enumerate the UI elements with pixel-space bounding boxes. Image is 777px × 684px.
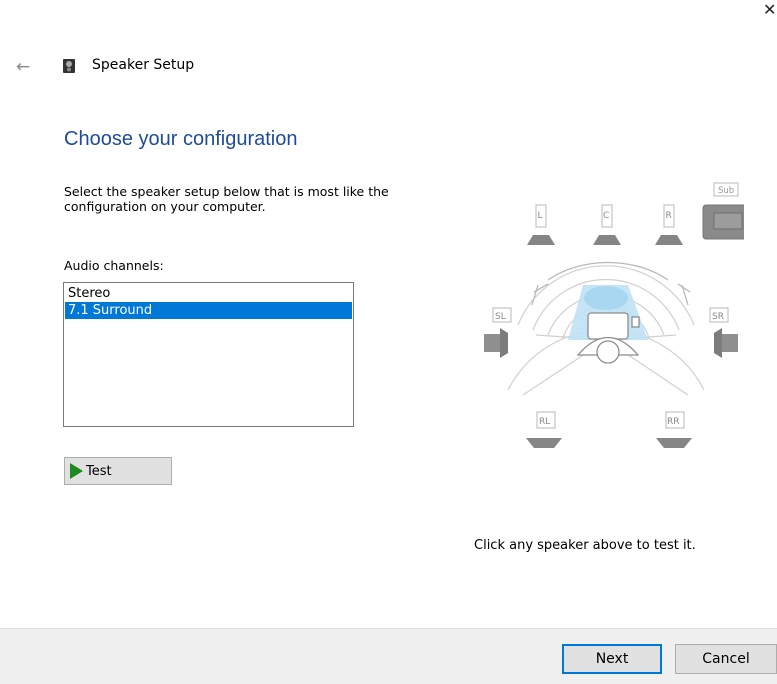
speaker-app-icon [63, 59, 75, 73]
speaker-side-left: SL [484, 307, 512, 358]
close-icon[interactable]: ✕ [763, 0, 776, 20]
description-text: Select the speaker setup below that is m… [64, 184, 389, 214]
play-icon [70, 463, 83, 479]
speaker-layout-diagram: L C R Sub SL SR RL RR [484, 182, 744, 448]
speaker-subwoofer: Sub [702, 182, 744, 240]
svg-text:SR: SR [712, 312, 724, 322]
next-button[interactable]: Next [562, 644, 662, 674]
svg-text:R: R [666, 211, 672, 221]
speaker-front-right: R [655, 204, 683, 245]
svg-text:L: L [538, 211, 543, 221]
audio-channels-listbox[interactable]: Stereo 7.1 Surround [63, 282, 354, 427]
list-item-stereo[interactable]: Stereo [65, 285, 352, 302]
svg-text:RL: RL [539, 417, 550, 427]
svg-text:RR: RR [667, 417, 680, 427]
svg-text:C: C [603, 211, 609, 221]
test-hint-text: Click any speaker above to test it. [474, 538, 696, 553]
list-item-7-1-surround[interactable]: 7.1 Surround [65, 302, 352, 319]
speaker-rear-right: RR [656, 411, 692, 448]
speaker-center: C [593, 204, 621, 245]
page-heading: Choose your configuration [64, 128, 298, 150]
speaker-rear-left: RL [526, 411, 562, 448]
cancel-button[interactable]: Cancel [675, 644, 777, 674]
back-arrow-icon[interactable]: ← [16, 57, 30, 77]
svg-text:SL: SL [495, 312, 506, 322]
audio-channels-label: Audio channels: [64, 258, 164, 273]
test-button[interactable]: Test [64, 457, 172, 485]
test-button-label: Test [86, 463, 112, 479]
speaker-side-right: SR [709, 307, 738, 358]
window-title: Speaker Setup [92, 57, 195, 73]
svg-text:Sub: Sub [718, 186, 734, 196]
speaker-front-left: L [527, 204, 555, 245]
